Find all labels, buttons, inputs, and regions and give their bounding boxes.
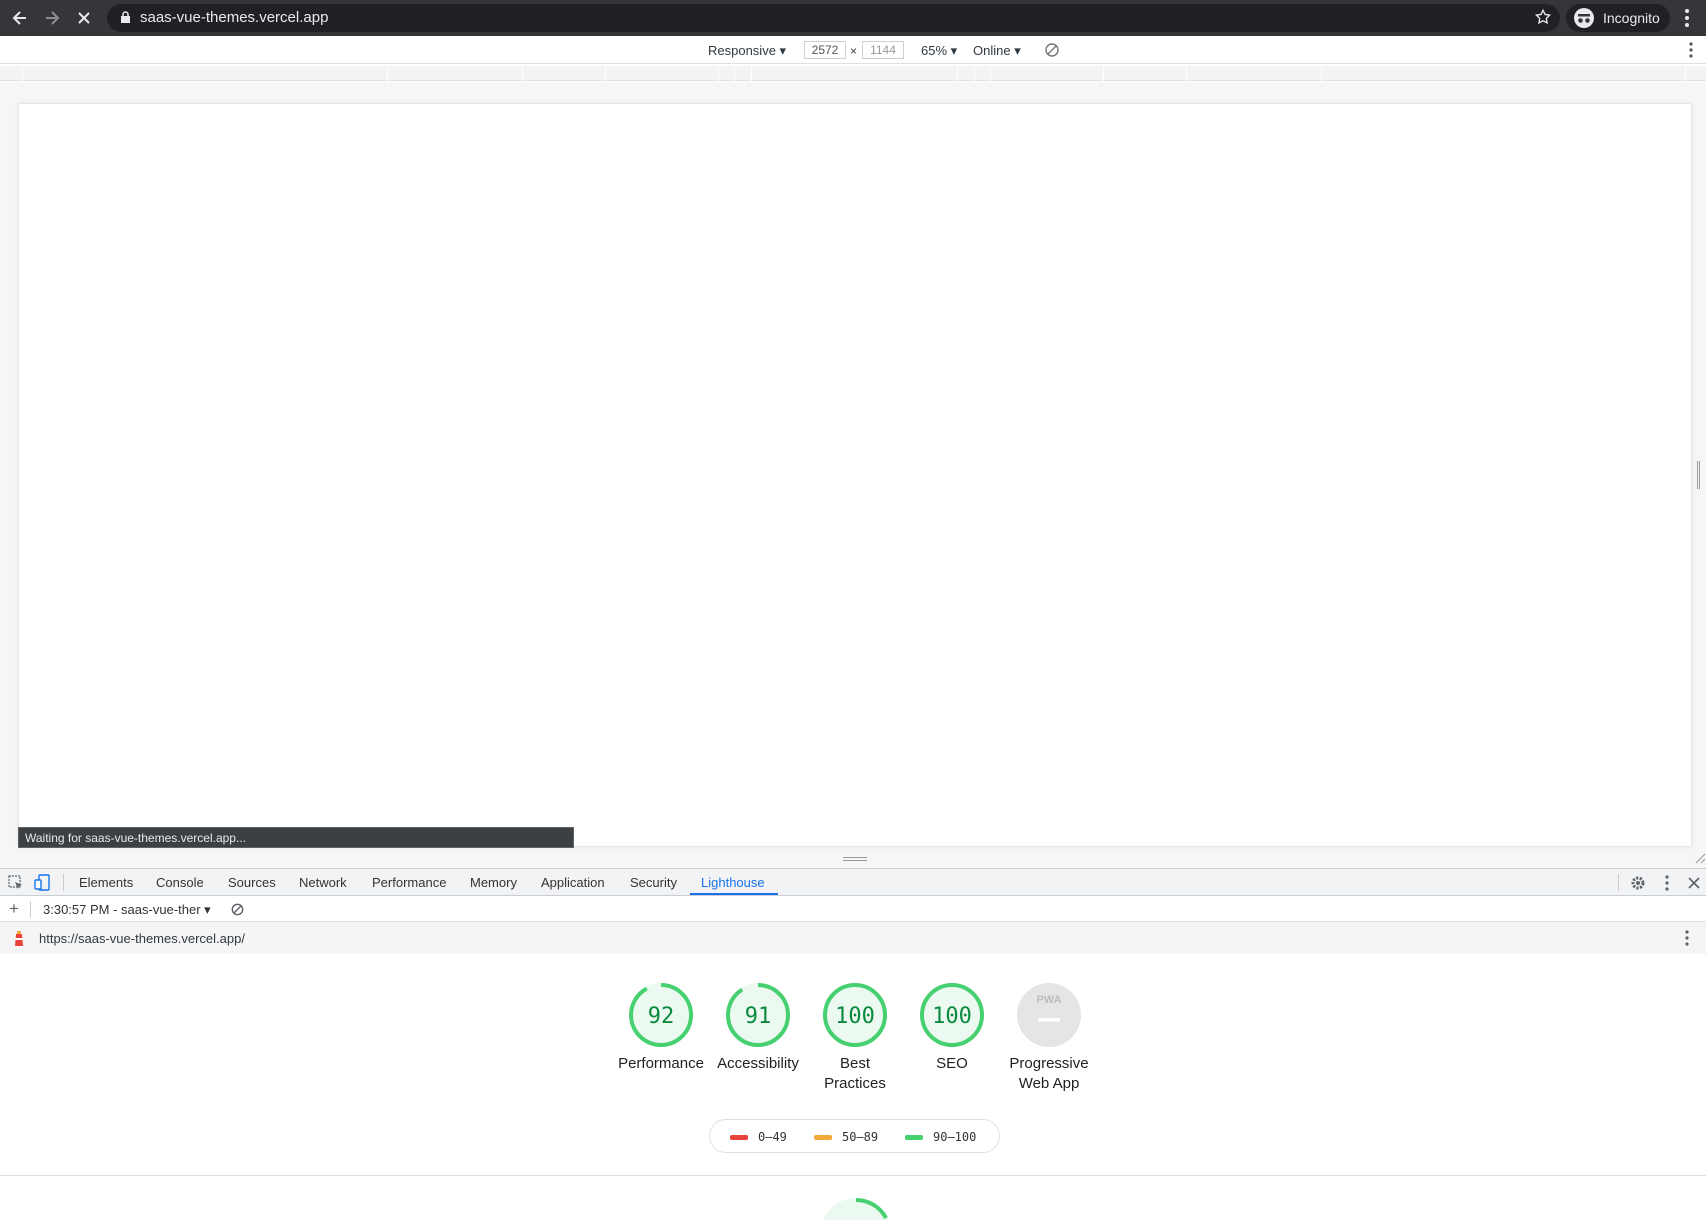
viewport-resize-handle-bottom[interactable] xyxy=(843,857,867,861)
tab-performance[interactable]: Performance xyxy=(372,875,446,890)
browser-toolbar: saas-vue-themes.vercel.app Incognito xyxy=(0,0,1706,36)
gauge-label: Performance xyxy=(618,1055,704,1072)
incognito-icon xyxy=(1574,8,1594,28)
tab-elements[interactable]: Elements xyxy=(79,875,133,890)
dimension-separator: × xyxy=(850,44,858,58)
legend-swatch xyxy=(730,1135,748,1140)
pwa-badge-text: PWA xyxy=(1036,994,1061,1006)
address-text: saas-vue-themes.vercel.app xyxy=(140,9,329,26)
score-scale-legend: 0–49 50–89 90–100 xyxy=(709,1119,1000,1153)
lock-icon xyxy=(121,11,130,23)
device-mode-select[interactable]: Responsive ▾ xyxy=(708,43,786,59)
forward-arrow-icon xyxy=(46,11,60,25)
gauge-pwa[interactable]: PWA Progressive Web App xyxy=(994,982,1104,1094)
tab-memory[interactable]: Memory xyxy=(470,875,517,890)
devtools-menu-icon[interactable] xyxy=(1664,875,1670,891)
active-tab-indicator xyxy=(690,893,778,895)
gauge-accessibility[interactable]: 91 Accessibility xyxy=(703,982,813,1074)
rotate-icon[interactable] xyxy=(1044,42,1060,58)
inspect-element-icon[interactable] xyxy=(8,875,24,891)
tab-lighthouse[interactable]: Lighthouse xyxy=(701,875,765,890)
report-url-bar: https://saas-vue-themes.vercel.app/ xyxy=(0,922,1706,954)
performance-detail-gauge xyxy=(822,1198,890,1220)
throttling-select[interactable]: Online ▾ xyxy=(973,43,1021,59)
legend-range: 90–100 xyxy=(933,1130,977,1144)
viewport-resize-handle-right[interactable] xyxy=(1697,461,1700,489)
media-query-ruler[interactable] xyxy=(0,66,1706,81)
report-menu-icon[interactable] xyxy=(1684,930,1690,946)
score-gauge-ring: 91 xyxy=(726,983,790,1047)
device-toggle-icon[interactable] xyxy=(34,874,50,891)
section-divider xyxy=(0,1175,1706,1176)
zoom-select[interactable]: 65% ▾ xyxy=(921,43,957,59)
gauge-performance[interactable]: 92 Performance xyxy=(606,982,716,1074)
gauge-label: Accessibility xyxy=(717,1055,799,1072)
legend-range: 0–49 xyxy=(758,1130,787,1144)
tab-network[interactable]: Network xyxy=(299,875,347,890)
lighthouse-logo-icon xyxy=(15,931,23,946)
gauge-label: Progressive Web App xyxy=(1009,1055,1089,1092)
gauge-seo[interactable]: 100 SEO xyxy=(897,982,1007,1074)
gauge-label: SEO xyxy=(936,1055,968,1072)
legend-swatch xyxy=(814,1135,832,1140)
gauge-best-practices[interactable]: 100 Best Practices xyxy=(800,982,910,1094)
back-arrow-icon xyxy=(12,11,26,25)
corner-resize-icon[interactable] xyxy=(1694,852,1706,864)
chrome-menu-icon[interactable] xyxy=(1684,8,1690,28)
page-viewport[interactable] xyxy=(18,103,1692,847)
device-toolbar: Responsive ▾ 2572 × 1144 65% ▾ Online ▾ xyxy=(0,36,1706,64)
pwa-badge-icon: PWA xyxy=(1017,983,1081,1047)
legend-swatch xyxy=(905,1135,923,1140)
bookmark-star-icon[interactable] xyxy=(1534,8,1552,26)
close-devtools-icon[interactable] xyxy=(1688,877,1700,889)
settings-gear-icon[interactable] xyxy=(1630,875,1646,891)
tab-console[interactable]: Console xyxy=(156,875,204,890)
device-toolbar-menu-icon[interactable] xyxy=(1688,42,1694,58)
devtools-tabbar: Elements Console Sources Network Perform… xyxy=(0,869,1706,896)
viewport-width-input[interactable]: 2572 xyxy=(804,41,846,59)
viewport-height-input[interactable]: 1144 xyxy=(862,41,904,59)
new-report-plus-icon[interactable]: + xyxy=(9,899,19,919)
clear-reports-icon[interactable] xyxy=(231,903,244,916)
report-url[interactable]: https://saas-vue-themes.vercel.app/ xyxy=(39,931,245,946)
forward-button[interactable] xyxy=(40,6,64,30)
gauge-label: Best Practices xyxy=(824,1055,886,1092)
score-value: 100 xyxy=(835,1004,875,1029)
close-icon xyxy=(78,12,90,24)
tab-security[interactable]: Security xyxy=(630,875,677,890)
stop-loading-button[interactable] xyxy=(72,6,96,30)
score-gauge-ring: 92 xyxy=(629,983,693,1047)
score-value: 91 xyxy=(745,1004,772,1029)
status-bubble: Waiting for saas-vue-themes.vercel.app..… xyxy=(18,827,574,848)
back-button[interactable] xyxy=(8,6,32,30)
legend-range: 50–89 xyxy=(842,1130,879,1144)
tab-sources[interactable]: Sources xyxy=(228,875,276,890)
score-value: 100 xyxy=(932,1004,972,1029)
score-gauge-ring: 100 xyxy=(823,983,887,1047)
report-selector[interactable]: 3:30:57 PM - saas-vue-ther ▾ xyxy=(43,902,211,918)
score-value: 92 xyxy=(648,1004,675,1029)
incognito-label: Incognito xyxy=(1603,10,1660,26)
tab-application[interactable]: Application xyxy=(541,875,605,890)
score-gauge-ring: 100 xyxy=(920,983,984,1047)
lighthouse-toolbar: + 3:30:57 PM - saas-vue-ther ▾ xyxy=(0,897,1706,922)
